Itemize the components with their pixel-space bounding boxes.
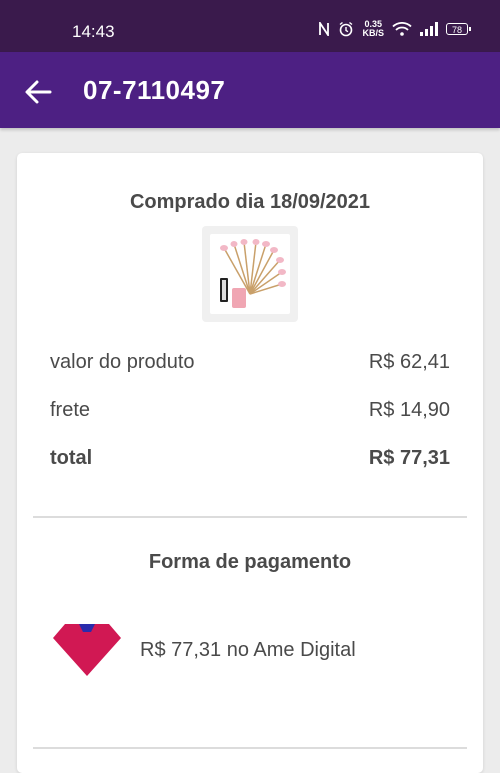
battery-icon: 78	[446, 23, 471, 35]
ame-digital-logo	[53, 624, 121, 676]
arrow-left-icon[interactable]	[22, 76, 54, 108]
order-details-card: Comprado dia 18/09/2021 valor do produto…	[17, 153, 483, 773]
wifi-icon	[392, 22, 412, 36]
signal-icon	[420, 22, 438, 36]
divider	[33, 516, 467, 518]
nfc-icon	[319, 22, 330, 36]
product-value-label: valor do produto	[50, 351, 195, 373]
network-speed: 0.35 KB/S	[362, 20, 384, 38]
shipping-amount: R$ 14,90	[368, 399, 450, 421]
divider	[33, 747, 467, 749]
product-value-amount: R$ 62,41	[368, 351, 450, 373]
order-number-title: 07-7110497	[83, 75, 226, 105]
payment-description: R$ 77,31 no Ame Digital	[140, 639, 356, 661]
shipping-label: frete	[50, 399, 91, 421]
purchase-date: Comprado dia 18/09/2021	[129, 191, 371, 213]
kitchen-utensils-image	[220, 239, 286, 308]
total-amount: R$ 77,31	[368, 447, 450, 469]
status-time: 14:43	[72, 22, 115, 41]
app-bar: 07-7110497	[0, 52, 500, 128]
product-image[interactable]	[202, 226, 298, 322]
status-icons: 0.35 KB/S 78	[318, 20, 471, 38]
alarm-icon	[340, 21, 353, 37]
status-bar: 14:43 0.35 KB/S 78	[0, 0, 500, 52]
battery-level: 78	[451, 25, 462, 35]
total-label: total	[50, 447, 93, 469]
payment-section-title: Forma de pagamento	[148, 551, 352, 573]
product-image-frame	[210, 234, 290, 314]
network-speed-unit: KB/S	[362, 28, 384, 38]
